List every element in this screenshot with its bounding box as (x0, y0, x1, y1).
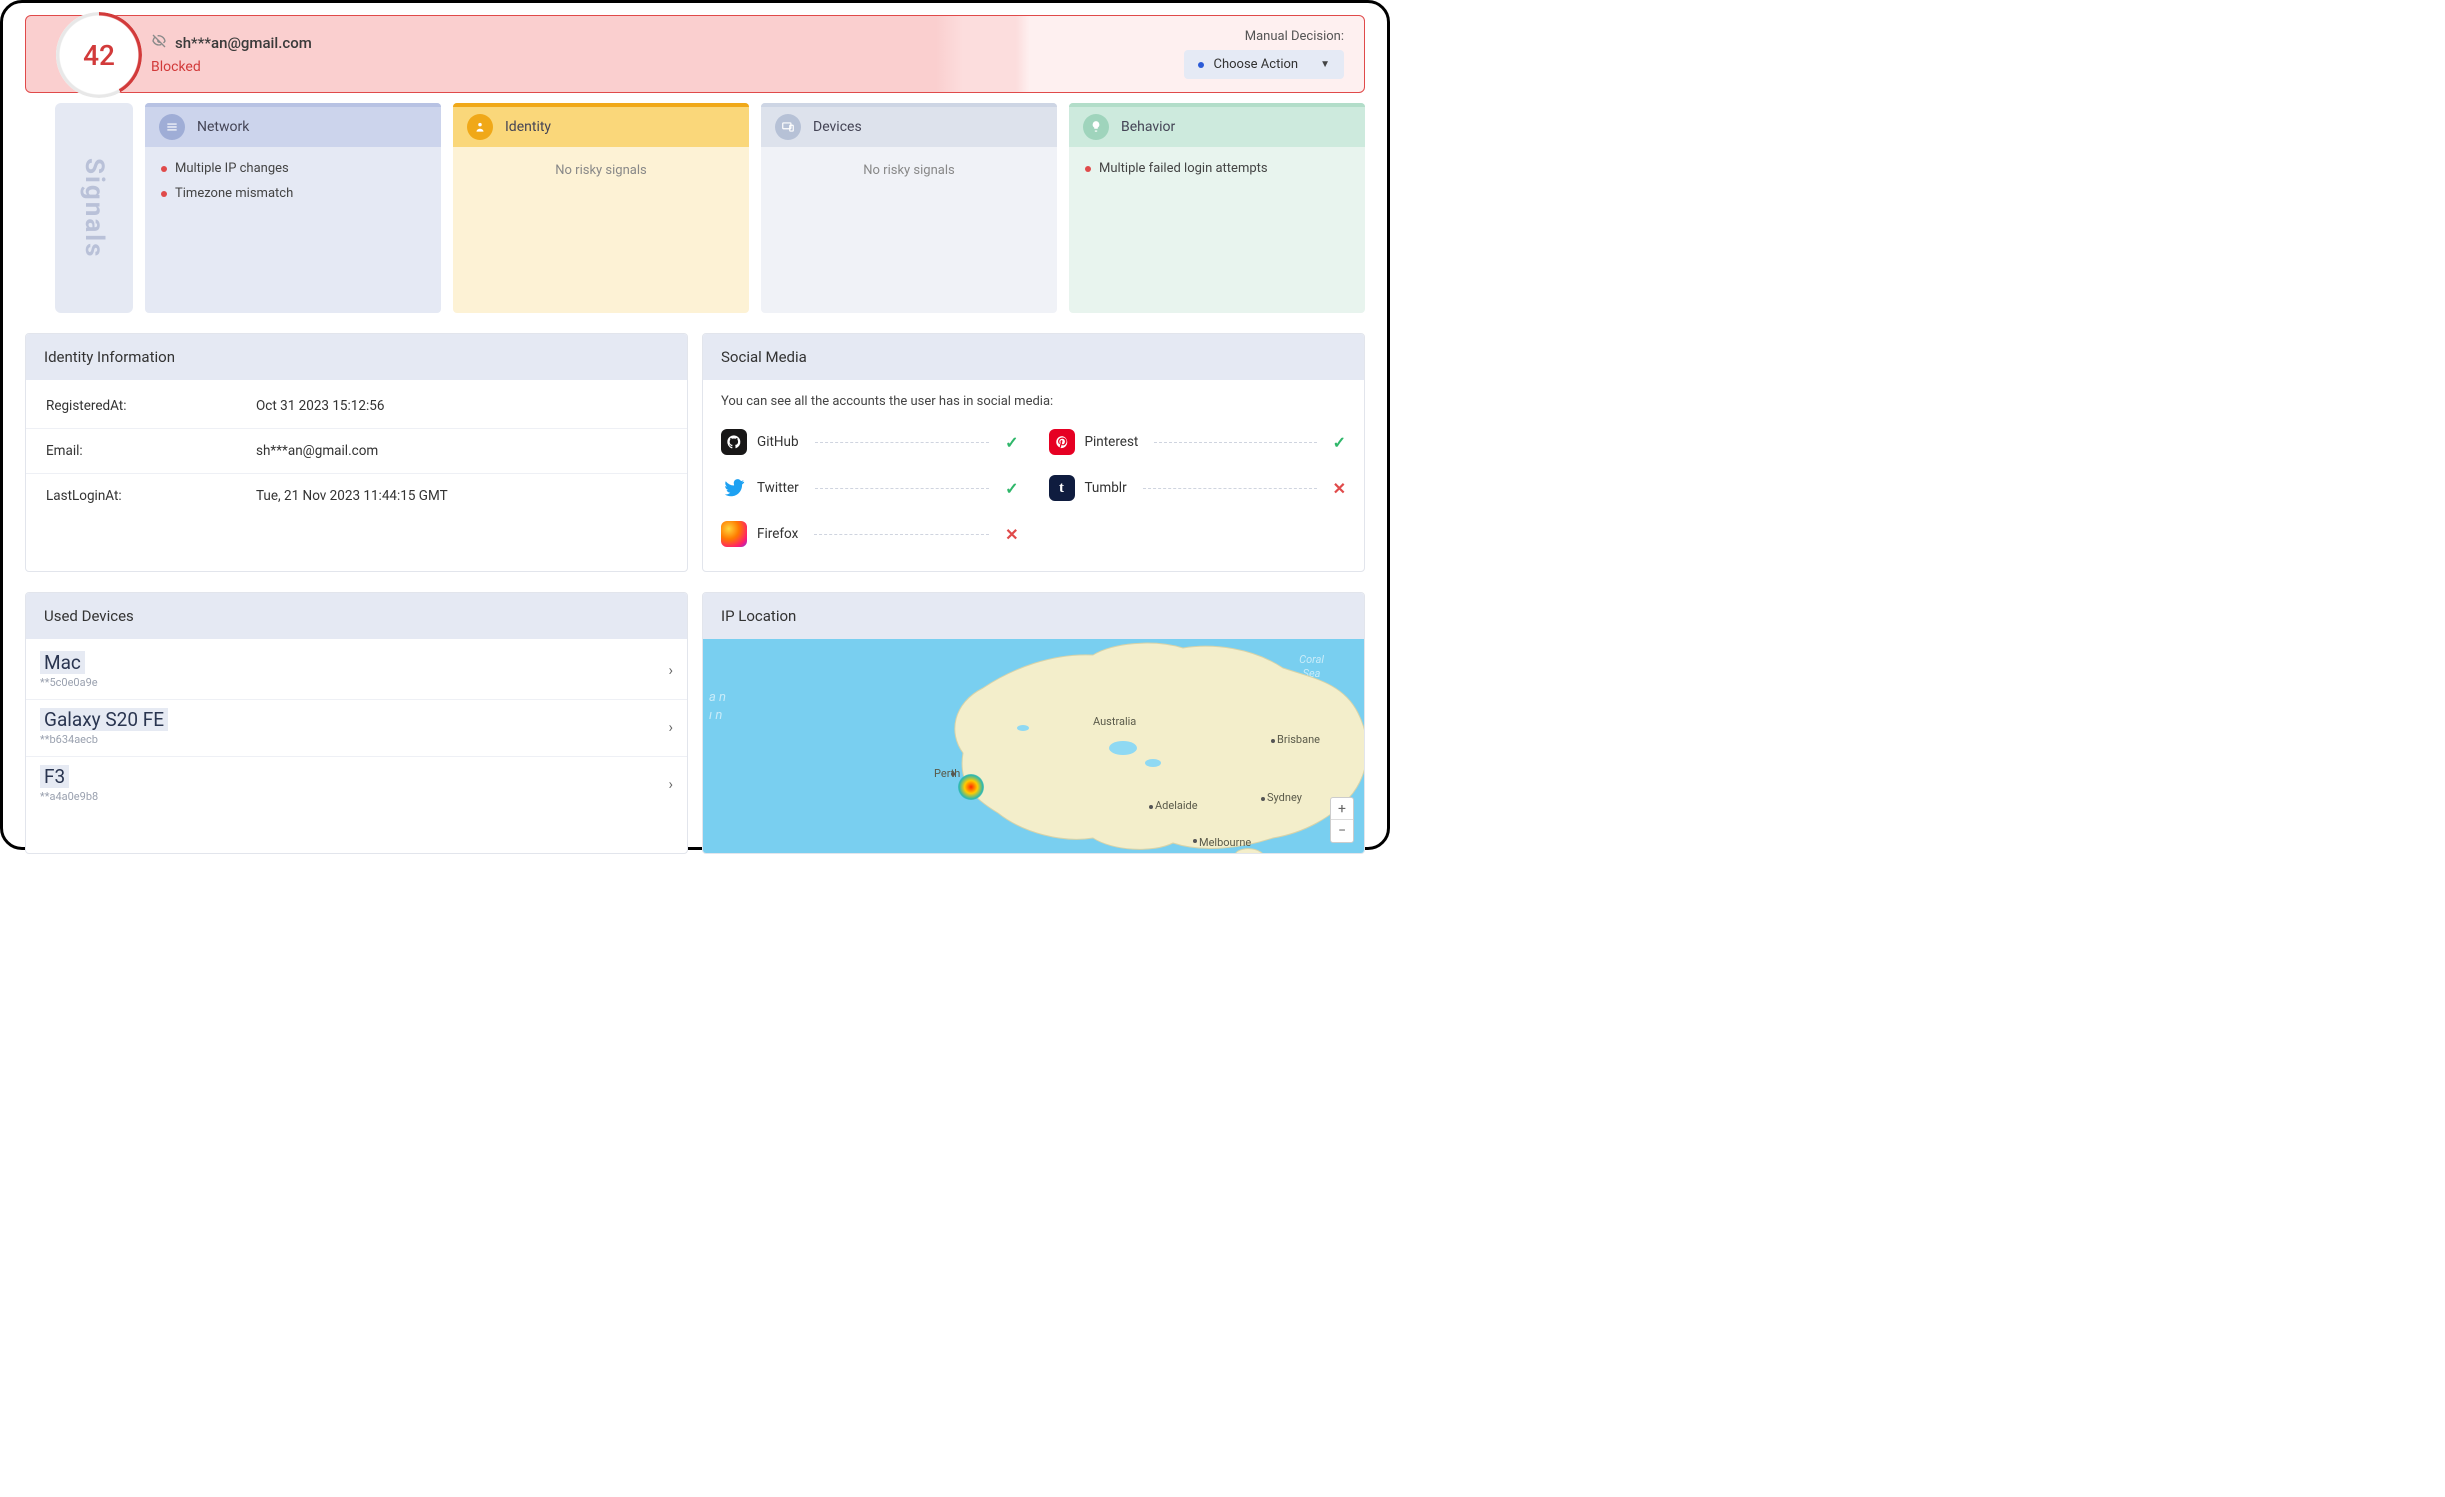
network-icon (159, 114, 185, 140)
visibility-off-icon (151, 33, 167, 53)
ip-hotspot-marker (958, 774, 984, 800)
social-item-tumblr: t Tumblr ✕ (1049, 465, 1347, 511)
banner-status: Blocked (151, 59, 1184, 75)
social-media-panel: Social Media You can see all the account… (702, 333, 1365, 572)
social-item-github: GitHub ✓ (721, 419, 1019, 465)
signal-item: Multiple IP changes (161, 161, 425, 176)
social-item-pinterest: Pinterest ✓ (1049, 419, 1347, 465)
signal-behavior-label: Behavior (1121, 119, 1175, 135)
ip-location-panel: IP Location a nı n CoralSea Australia (702, 592, 1365, 854)
social-panel-intro: You can see all the accounts the user ha… (703, 380, 1364, 419)
signal-card-devices: Devices No risky signals (761, 103, 1057, 313)
user-risk-banner: 42 sh***an@gmail.com Blocked Manual Deci… (25, 15, 1365, 93)
city-perth: Perth (934, 767, 960, 780)
banner-email: sh***an@gmail.com (151, 33, 1184, 53)
check-icon: ✓ (1005, 479, 1018, 498)
city-adelaide: Adelaide (1155, 799, 1198, 812)
signal-identity-empty: No risky signals (453, 147, 749, 313)
signals-title: Signals (79, 158, 109, 258)
choose-action-dropdown[interactable]: Choose Action ▼ (1184, 50, 1344, 79)
device-row[interactable]: Mac **5c0e0a9e › (26, 643, 687, 700)
pinterest-icon (1049, 429, 1075, 455)
city-sydney: Sydney (1267, 791, 1302, 804)
behavior-icon (1083, 114, 1109, 140)
identity-panel-title: Identity Information (26, 334, 687, 380)
signal-card-identity: Identity No risky signals (453, 103, 749, 313)
social-item-firefox: Firefox ✕ (721, 511, 1019, 557)
dropdown-dot-icon (1198, 62, 1204, 68)
chevron-down-icon: ▼ (1320, 59, 1330, 70)
info-row: Email: sh***an@gmail.com (26, 429, 687, 474)
australia-landmass (903, 639, 1364, 853)
signal-item: Multiple failed login attempts (1085, 161, 1349, 176)
info-row: LastLoginAt: Tue, 21 Nov 2023 11:44:15 G… (26, 474, 687, 518)
firefox-icon (721, 521, 747, 547)
map-zoom-control: + − (1330, 797, 1354, 843)
social-panel-title: Social Media (703, 334, 1364, 380)
signal-network-label: Network (197, 119, 249, 135)
risk-score-value: 42 (83, 39, 115, 72)
signal-devices-label: Devices (813, 119, 862, 135)
used-devices-panel: Used Devices Mac **5c0e0a9e › Galaxy S20… (25, 592, 688, 854)
chevron-right-icon: › (668, 661, 673, 679)
check-icon: ✓ (1333, 433, 1346, 452)
check-icon: ✓ (1005, 433, 1018, 452)
x-icon: ✕ (1005, 525, 1018, 544)
device-row[interactable]: F3 **a4a0e9b8 › (26, 757, 687, 813)
city-brisbane: Brisbane (1277, 733, 1320, 746)
ip-location-map[interactable]: a nı n CoralSea Australia Perth (703, 639, 1364, 853)
tumblr-icon: t (1049, 475, 1075, 501)
identity-icon (467, 114, 493, 140)
signal-card-behavior: Behavior Multiple failed login attempts (1069, 103, 1365, 313)
manual-decision-label: Manual Decision: (1184, 29, 1344, 44)
device-row[interactable]: Galaxy S20 FE **b634aecb › (26, 700, 687, 757)
banner-email-text: sh***an@gmail.com (175, 34, 312, 52)
info-row: RegisteredAt: Oct 31 2023 15:12:56 (26, 384, 687, 429)
country-label: Australia (1093, 715, 1136, 728)
chevron-right-icon: › (668, 718, 673, 736)
iploc-panel-title: IP Location (703, 593, 1364, 639)
github-icon (721, 429, 747, 455)
signals-title-rail: Signals (55, 103, 133, 313)
signal-card-network: Network Multiple IP changes Timezone mis… (145, 103, 441, 313)
devices-icon (775, 114, 801, 140)
choose-action-label: Choose Action (1214, 57, 1299, 72)
city-melbourne: Melbourne (1199, 836, 1251, 849)
devices-panel-title: Used Devices (26, 593, 687, 639)
signal-item: Timezone mismatch (161, 186, 425, 201)
risk-score-circle: 42 (56, 12, 142, 98)
signals-row: Signals Network Multiple IP changes Time… (25, 103, 1365, 313)
identity-info-panel: Identity Information RegisteredAt: Oct 3… (25, 333, 688, 572)
twitter-icon (721, 475, 747, 501)
zoom-out-button[interactable]: − (1331, 820, 1353, 842)
zoom-in-button[interactable]: + (1331, 798, 1353, 820)
signal-identity-label: Identity (505, 119, 551, 135)
chevron-right-icon: › (668, 775, 673, 793)
x-icon: ✕ (1333, 479, 1346, 498)
social-item-twitter: Twitter ✓ (721, 465, 1019, 511)
ocean-label: a nı n (709, 689, 726, 725)
signal-devices-empty: No risky signals (761, 147, 1057, 313)
